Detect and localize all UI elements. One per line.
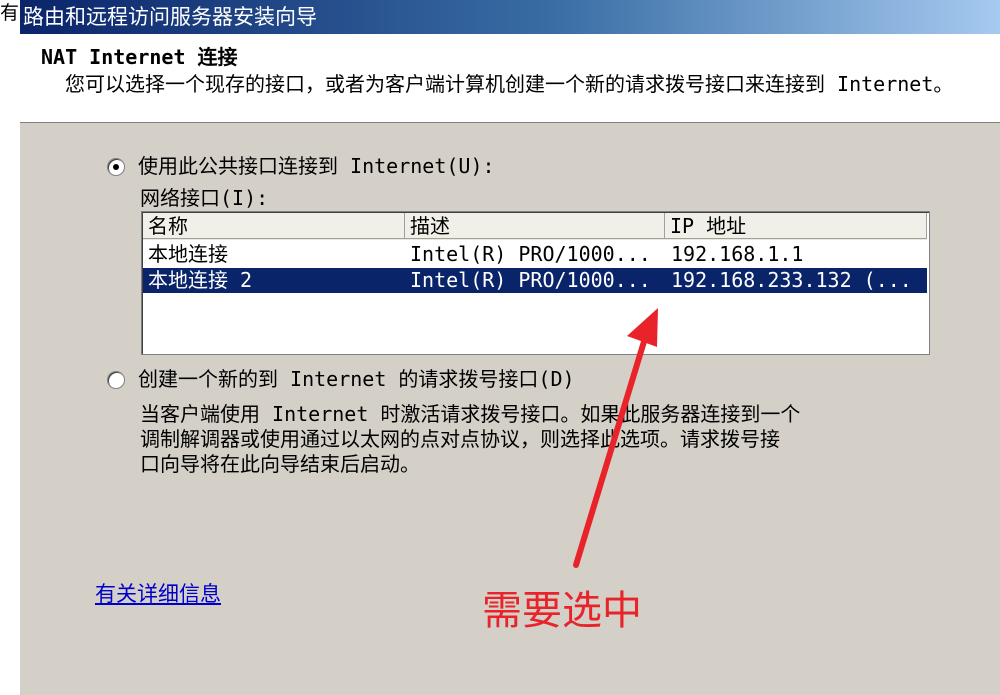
arrow-shaft (573, 332, 649, 568)
arrow-head (627, 308, 658, 347)
annotation-arrow (573, 308, 658, 568)
